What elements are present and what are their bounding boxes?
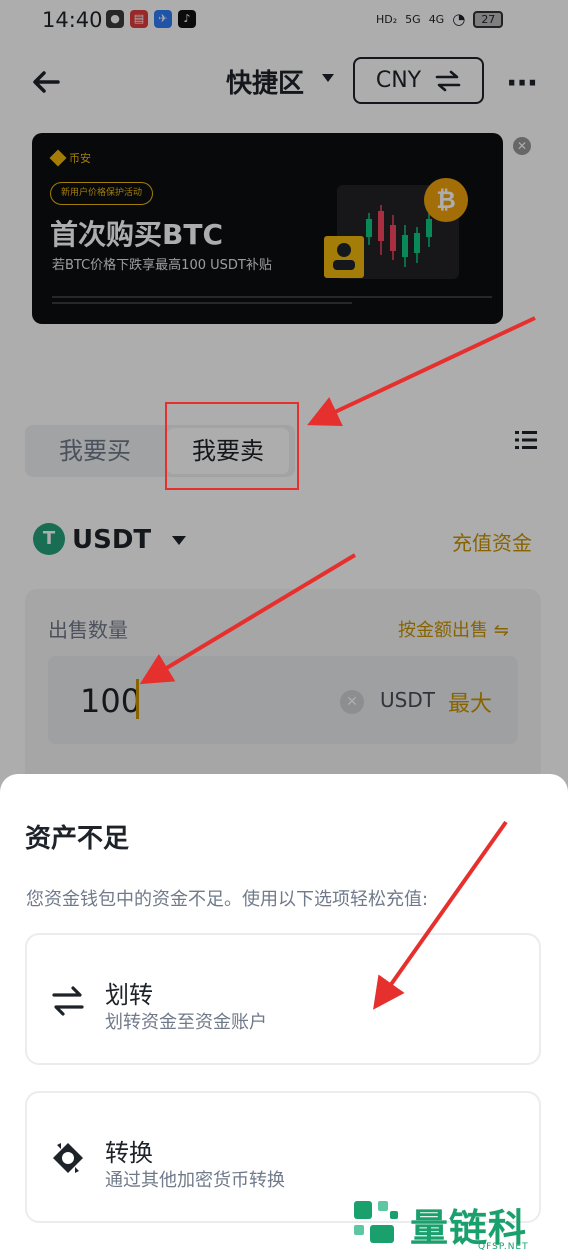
option-convert-subtitle: 通过其他加密货币转换 <box>105 1170 285 1191</box>
option-transfer-title: 划转 <box>105 981 153 1009</box>
option-transfer[interactable]: 划转 划转资金至资金账户 <box>25 933 541 1065</box>
annotation-highlight-box <box>165 402 299 490</box>
option-convert-title: 转换 <box>105 1139 153 1167</box>
sheet-title: 资产不足 <box>25 824 130 854</box>
option-transfer-subtitle: 划转资金至资金账户 <box>105 1012 267 1033</box>
watermark-url: QFSP.NET <box>478 1242 529 1252</box>
sheet-description: 您资金钱包中的资金不足。使用以下选项轻松充值: <box>26 889 429 910</box>
watermark: 量链科技 QFSP.NET <box>350 1195 560 1255</box>
convert-icon <box>53 1143 83 1173</box>
transfer-arrows-icon <box>52 986 84 1016</box>
watermark-logo-icon <box>354 1201 398 1243</box>
